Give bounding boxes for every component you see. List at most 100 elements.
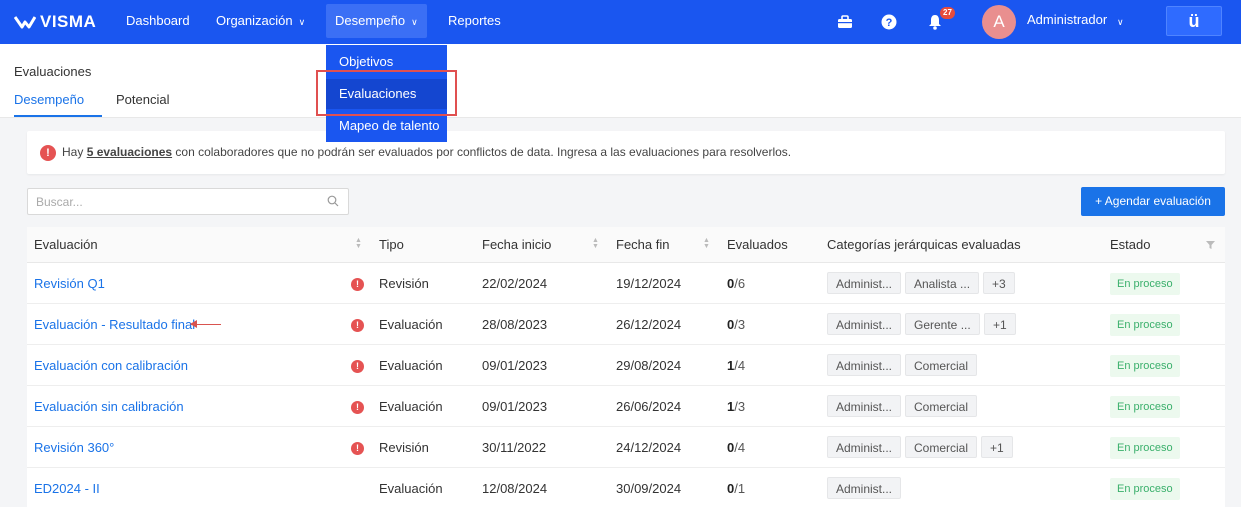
briefcase-icon[interactable]: [835, 12, 855, 32]
search-input[interactable]: [28, 189, 318, 214]
page-header: Evaluaciones Desempeño Potencial: [0, 44, 1241, 118]
end-date: 26/12/2024: [616, 317, 682, 332]
evaluated-total: /6: [734, 276, 746, 291]
evaluated-count: 0/6: [727, 263, 745, 304]
evaluated-total: /4: [734, 358, 746, 373]
evaluated-total: /3: [734, 399, 746, 414]
category-chip: Analista ...: [905, 272, 980, 294]
end-date: 24/12/2024: [616, 440, 682, 455]
sort-icon[interactable]: ▲ ▼: [703, 237, 710, 250]
alert-prefix: Hay: [62, 145, 87, 159]
evaluations-table: Evaluación ▲ ▼ Tipo Fecha inicio ▲ ▼ Fecha…: [27, 227, 1225, 507]
column-header-evaluacion[interactable]: Evaluación: [34, 227, 98, 263]
avatar[interactable]: A: [982, 5, 1016, 39]
table-row[interactable]: ED2024 - II Evaluación 12/08/2024 30/09/202…: [27, 468, 1225, 507]
category-chip: Administ...: [827, 272, 902, 294]
category-chip: Comercial: [905, 354, 978, 376]
nav-desempeno-label: Desempeño: [335, 13, 406, 28]
visma-logo[interactable]: VISMA: [14, 11, 96, 33]
category-chip: Administ...: [827, 436, 902, 458]
column-header-fecha-fin[interactable]: Fecha fin: [616, 227, 669, 263]
evaluation-name-link[interactable]: ED2024 - II: [34, 468, 100, 507]
tab-desempeno[interactable]: Desempeño: [14, 92, 84, 107]
svg-text:?: ?: [886, 17, 893, 29]
start-date: 30/11/2022: [482, 440, 547, 455]
end-date: 29/08/2024: [616, 358, 682, 373]
category-chip[interactable]: +3: [983, 272, 1015, 294]
evaluation-type: Evaluación: [379, 399, 443, 414]
user-name[interactable]: Administrador: [1027, 0, 1107, 44]
table-row[interactable]: Revisión Q1! Revisión 22/02/2024 19/12/2024…: [27, 263, 1225, 304]
column-header-categorias: Categorías jerárquicas evaluadas: [827, 237, 1021, 252]
exclamation-icon: !: [40, 145, 56, 161]
evaluated-total: /1: [734, 481, 746, 496]
evaluated-count: 0/4: [727, 427, 745, 468]
evaluation-name-link[interactable]: Revisión 360°: [34, 427, 114, 468]
category-chip: Gerente ...: [905, 313, 980, 335]
category-chip: Administ...: [827, 477, 902, 499]
app-switcher-button[interactable]: ü: [1166, 6, 1222, 36]
nav-dashboard[interactable]: Dashboard: [117, 4, 199, 38]
help-icon[interactable]: ?: [879, 12, 899, 32]
evaluation-name-link[interactable]: Evaluación sin calibración: [34, 386, 184, 427]
table-row[interactable]: Evaluación - Resultado final! Evaluación 2…: [27, 304, 1225, 345]
warning-icon[interactable]: !: [351, 442, 364, 455]
category-chip: Comercial: [905, 436, 978, 458]
filter-icon[interactable]: [1206, 241, 1215, 249]
evaluated-count: 0/3: [727, 304, 745, 345]
warning-icon[interactable]: !: [351, 401, 364, 414]
sort-icon[interactable]: ▲ ▼: [592, 237, 599, 250]
category-chip[interactable]: +1: [981, 436, 1013, 458]
sort-icon[interactable]: ▲ ▼: [355, 237, 362, 250]
evaluation-name-link[interactable]: Evaluación - Resultado final: [34, 304, 195, 345]
end-date: 26/06/2024: [616, 399, 682, 414]
annotation-highlight-box: [316, 70, 457, 116]
evaluation-type: Revisión: [379, 440, 429, 455]
search-icon[interactable]: [327, 195, 339, 207]
table-row[interactable]: Evaluación con calibración! Evaluación 09/…: [27, 345, 1225, 386]
warning-icon[interactable]: !: [351, 278, 364, 291]
column-header-estado: Estado: [1110, 237, 1151, 252]
warning-icon[interactable]: !: [351, 360, 364, 373]
evaluation-type: Evaluación: [379, 317, 443, 332]
nav-desempeno[interactable]: Desempeño ∨: [326, 4, 427, 38]
annotation-arrow-icon: [190, 320, 221, 328]
nav-reportes[interactable]: Reportes: [439, 4, 510, 38]
category-chip: Administ...: [827, 313, 902, 335]
category-chip[interactable]: +1: [984, 313, 1016, 335]
active-tab-indicator: [14, 115, 102, 117]
table-row[interactable]: Evaluación sin calibración! Evaluación 09/…: [27, 386, 1225, 427]
evaluation-type: Evaluación: [379, 481, 443, 496]
data-conflict-alert: ! Hay 5 evaluaciones con colaboradores q…: [27, 131, 1225, 174]
status-badge: En proceso: [1110, 478, 1180, 500]
alert-link[interactable]: 5 evaluaciones: [87, 145, 172, 159]
evaluation-type: Evaluación: [379, 358, 443, 373]
table-header: Evaluación ▲ ▼ Tipo Fecha inicio ▲ ▼ Fecha…: [27, 227, 1225, 263]
column-header-fecha-inicio[interactable]: Fecha inicio: [482, 227, 551, 263]
end-date: 30/09/2024: [616, 481, 682, 496]
start-date: 28/08/2023: [482, 317, 548, 332]
column-header-evaluados: Evaluados: [727, 237, 788, 252]
notification-badge: 27: [940, 7, 955, 19]
warning-icon[interactable]: !: [351, 319, 364, 332]
status-badge: En proceso: [1110, 355, 1180, 377]
tab-potencial[interactable]: Potencial: [116, 92, 169, 107]
start-date: 09/01/2023: [482, 399, 548, 414]
start-date: 12/08/2024: [482, 481, 548, 496]
schedule-evaluation-button[interactable]: + Agendar evaluación: [1081, 187, 1225, 216]
category-chip: Administ...: [827, 354, 902, 376]
chevron-down-icon[interactable]: ∨: [1117, 0, 1124, 44]
table-row[interactable]: Revisión 360°! Revisión 30/11/2022 24/12/20…: [27, 427, 1225, 468]
evaluation-type: Revisión: [379, 276, 429, 291]
top-navigation-bar: VISMA Dashboard Organización ∨ Desempeño ∨…: [0, 0, 1241, 44]
status-badge: En proceso: [1110, 314, 1180, 336]
search-box: [27, 188, 349, 215]
evaluation-name-link[interactable]: Evaluación con calibración: [34, 345, 188, 386]
brand-name: VISMA: [40, 12, 97, 31]
evaluation-name-link[interactable]: Revisión Q1: [34, 263, 105, 304]
end-date: 19/12/2024: [616, 276, 682, 291]
column-header-tipo: Tipo: [379, 237, 404, 252]
evaluated-count: 0/1: [727, 468, 745, 507]
start-date: 22/02/2024: [482, 276, 548, 291]
nav-organizacion[interactable]: Organización ∨: [207, 4, 314, 38]
